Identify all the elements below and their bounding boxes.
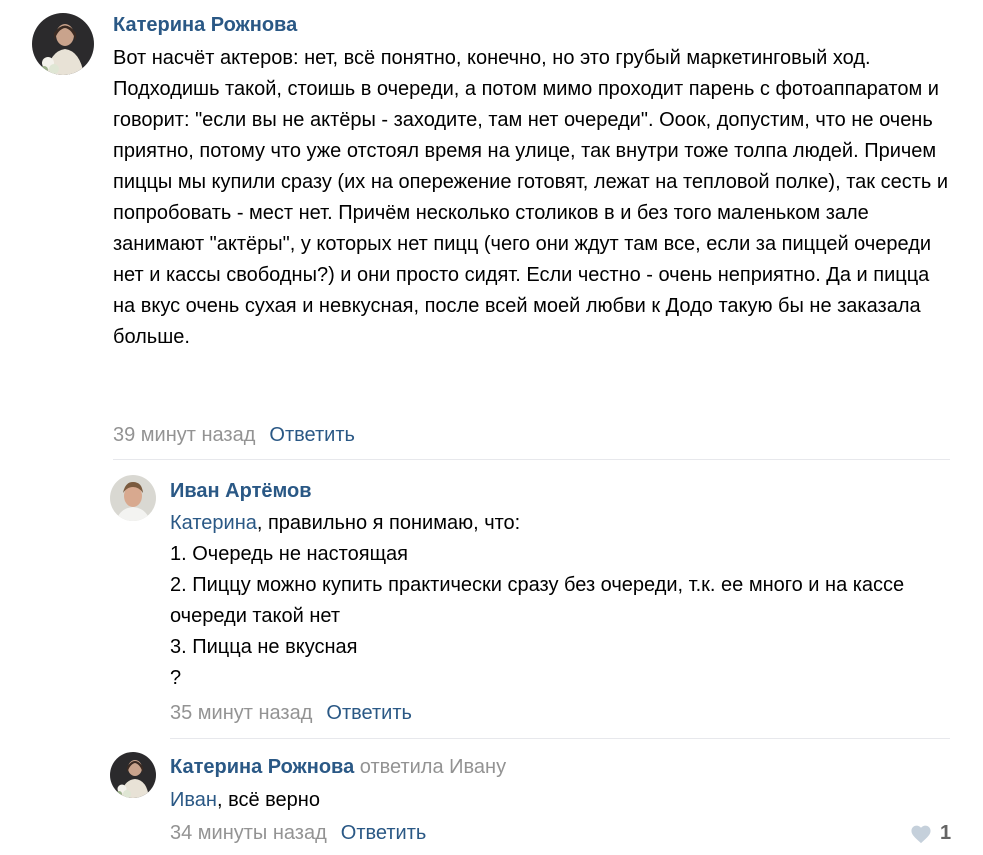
avatar-photo: [110, 752, 156, 798]
avatar[interactable]: [110, 752, 156, 798]
comment-line: 1. Очередь не настоящая: [170, 543, 408, 565]
comment-meta: 35 минут назад Ответить: [170, 702, 412, 725]
comment-line: 2. Пиццу можно купить практически сразу …: [170, 574, 905, 627]
comment-line: Иван, всё верно: [170, 785, 930, 816]
comment-author: Катерина Рожнова ответила Ивану: [170, 756, 506, 779]
avatar-photo: [110, 475, 156, 521]
mention-link[interactable]: Катерина: [170, 512, 257, 534]
comment-time[interactable]: 34 минуты назад: [170, 822, 327, 844]
comment-line-text: , всё верно: [216, 789, 320, 811]
replied-to-link[interactable]: ответила Ивану: [360, 756, 506, 778]
heart-icon: [911, 825, 931, 843]
reply-button[interactable]: Ответить: [326, 702, 412, 724]
like-count: 1: [940, 822, 952, 844]
comment-text: Катерина, правильно я понимаю, что: 1. О…: [170, 508, 960, 694]
author-name[interactable]: Иван Артёмов: [170, 480, 312, 502]
comment-text: Вот насчёт актеров: нет, всё понятно, ко…: [113, 43, 953, 353]
comment-line: 3. Пицца не вкусная: [170, 636, 358, 658]
avatar[interactable]: [32, 13, 94, 75]
comment-author[interactable]: Катерина Рожнова: [113, 14, 297, 37]
comment-time[interactable]: 35 минут назад: [170, 702, 312, 724]
reply-button[interactable]: Ответить: [269, 424, 355, 446]
comment-meta: 39 минут назад Ответить: [113, 424, 355, 447]
comment-body: Вот насчёт актеров: нет, всё понятно, ко…: [113, 47, 948, 348]
author-name[interactable]: Катерина Рожнова: [113, 14, 297, 36]
divider: [113, 459, 950, 460]
comment-time[interactable]: 39 минут назад: [113, 424, 255, 446]
avatar-photo: [32, 13, 94, 75]
mention-link[interactable]: Иван: [170, 789, 217, 811]
author-name[interactable]: Катерина Рожнова: [170, 756, 354, 778]
reply-button[interactable]: Ответить: [341, 822, 427, 844]
comment-meta: 34 минуты назад Ответить: [170, 822, 426, 845]
comment-line: ?: [170, 667, 182, 689]
comment-line: Катерина, правильно я понимаю, что:: [170, 508, 960, 539]
comment-author[interactable]: Иван Артёмов: [170, 480, 312, 503]
comment-text: Иван, всё верно: [170, 785, 930, 816]
divider: [170, 738, 950, 739]
avatar[interactable]: [110, 475, 156, 521]
like-button[interactable]: 1: [910, 822, 951, 845]
comment-line-text: , правильно я понимаю, что:: [256, 512, 521, 534]
